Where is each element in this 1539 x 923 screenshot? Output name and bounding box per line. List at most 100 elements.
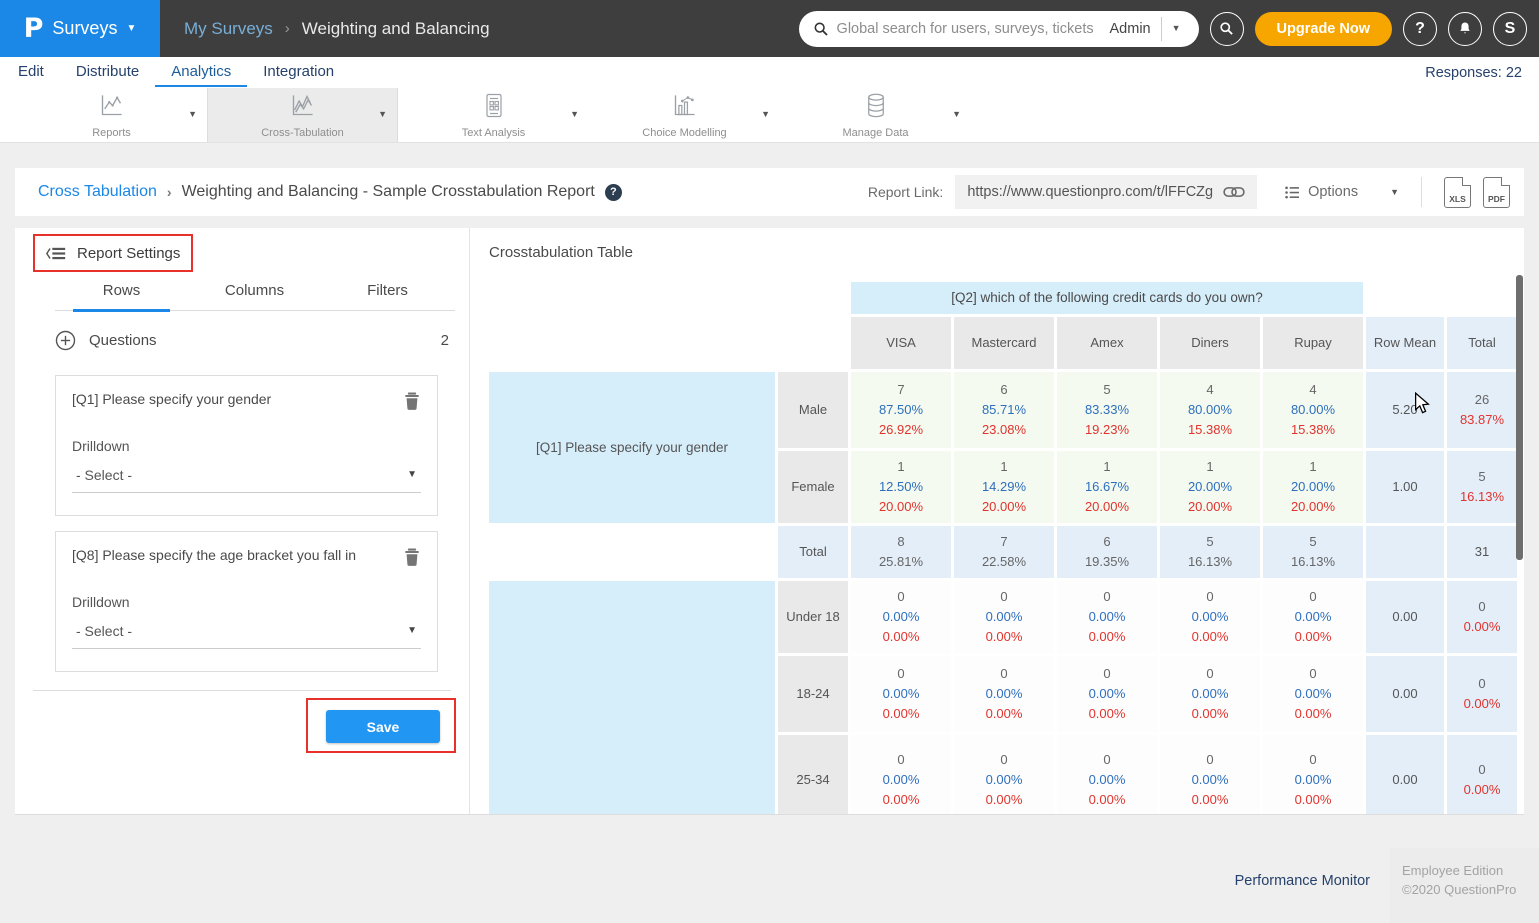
breadcrumb-current-survey: Weighting and Balancing <box>302 19 490 39</box>
chevron-down-icon[interactable]: ▼ <box>570 110 579 119</box>
collapse-panel-icon <box>45 246 67 261</box>
search-scope-dropdown[interactable]: ▼ <box>1162 24 1189 33</box>
main-content: Report Settings RowsColumnsFilters Quest… <box>15 228 1524 815</box>
nav-tab-integration[interactable]: Integration <box>247 58 350 87</box>
total-data-cell: 619.35% <box>1057 526 1157 578</box>
drilldown-select[interactable]: - Select -▼ <box>72 467 421 493</box>
drilldown-select[interactable]: - Select -▼ <box>72 623 421 649</box>
report-breadcrumb: Cross Tabulation › Weighting and Balanci… <box>38 183 868 201</box>
data-cell: 116.67%20.00% <box>1057 451 1157 523</box>
drilldown-label: Drilldown <box>72 594 421 610</box>
xls-icon: XLS <box>1445 194 1470 204</box>
link-icon[interactable] <box>1223 185 1245 199</box>
crosstab-panel: Crosstabulation Table [Q2] which of the … <box>471 228 1524 814</box>
breadcrumb-my-surveys[interactable]: My Surveys <box>184 19 273 39</box>
divider <box>33 690 451 691</box>
total-row-label: Total <box>778 526 848 578</box>
delete-question-button[interactable] <box>403 391 421 416</box>
vertical-scrollbar[interactable] <box>1516 275 1523 560</box>
responses-count: Responses: 22 <box>1425 65 1522 81</box>
help-button[interactable]: ? <box>1403 12 1437 46</box>
toolbar-item-choice-modelling[interactable]: Choice Modelling ▼ <box>589 88 780 142</box>
settings-tab-columns[interactable]: Columns <box>188 282 321 310</box>
toolbar-item-manage-data[interactable]: Manage Data▼ <box>780 88 971 142</box>
toolbar-item-reports[interactable]: Reports▼ <box>16 88 207 142</box>
drilldown-select-value: - Select - <box>76 623 407 639</box>
cross-tab-chart-icon <box>289 92 316 124</box>
search-icon <box>1219 21 1234 36</box>
report-link-field[interactable]: https://www.questionpro.com/t/lFFCZg <box>955 175 1257 209</box>
page-footer: Performance Monitor Employee Edition ©20… <box>0 815 1539 923</box>
nav-tab-distribute[interactable]: Distribute <box>60 58 155 87</box>
data-cell: 00.00%0.00% <box>954 581 1054 653</box>
export-xls-button[interactable]: XLS <box>1444 177 1471 208</box>
total-header: Total <box>1447 317 1517 369</box>
save-highlight-box: Save <box>306 698 456 753</box>
data-cell: 00.00%0.00% <box>1057 656 1157 732</box>
user-avatar[interactable]: S <box>1493 12 1527 46</box>
export-pdf-button[interactable]: PDF <box>1483 177 1510 208</box>
data-cell: 00.00%0.00% <box>1057 735 1157 814</box>
report-actions: Report Link: https://www.questionpro.com… <box>868 175 1510 209</box>
report-help-icon[interactable]: ? <box>605 184 622 201</box>
row-label-under-18: Under 18 <box>778 581 848 653</box>
upgrade-now-button[interactable]: Upgrade Now <box>1255 12 1392 46</box>
analytics-toolbar: Reports▼Cross-Tabulation▼Text Analysis▼C… <box>0 88 1539 143</box>
report-settings-toggle[interactable]: Report Settings <box>33 234 193 272</box>
data-cell: 00.00%0.00% <box>1263 735 1363 814</box>
questionpro-logo-icon: P <box>24 13 44 44</box>
text-document-icon <box>482 92 506 124</box>
pdf-icon: PDF <box>1484 194 1509 204</box>
data-cell: 120.00%20.00% <box>1263 451 1363 523</box>
report-settings-label: Report Settings <box>77 245 180 262</box>
data-cell: 685.71%23.08% <box>954 372 1054 448</box>
surveys-product-menu[interactable]: P Surveys ▼ <box>0 0 160 57</box>
toolbar-item-cross-tabulation[interactable]: Cross-Tabulation ▼ <box>207 88 398 142</box>
global-search: Admin ▼ <box>799 11 1199 47</box>
options-dropdown[interactable]: Options ▼ <box>1285 184 1399 200</box>
add-question-icon[interactable] <box>55 330 76 351</box>
chevron-down-icon[interactable]: ▼ <box>378 110 387 119</box>
row-question-label: [Q1] Please specify your gender <box>489 372 775 523</box>
product-menu-label: Surveys <box>52 18 117 39</box>
question-title: [Q8] Please specify the age bracket you … <box>72 547 403 563</box>
row-label-25-34: 25-34 <box>778 735 848 814</box>
save-button[interactable]: Save <box>326 710 440 743</box>
question-card-2: [Q8] Please specify the age bracket you … <box>55 531 438 672</box>
notifications-button[interactable] <box>1448 12 1482 46</box>
chevron-down-icon[interactable]: ▼ <box>761 110 770 119</box>
chevron-down-icon[interactable]: ▼ <box>188 110 197 119</box>
drilldown-select-value: - Select - <box>76 467 407 483</box>
edition-box: Employee Edition ©2020 QuestionPro <box>1390 848 1539 923</box>
toolbar-item-text-analysis[interactable]: Text Analysis▼ <box>398 88 589 142</box>
question-card-header: [Q8] Please specify the age bracket you … <box>72 547 421 572</box>
data-cell: 120.00%20.00% <box>1160 451 1260 523</box>
nav-tab-analytics[interactable]: Analytics <box>155 58 247 87</box>
settings-tab-filters[interactable]: Filters <box>321 282 454 310</box>
data-cell: 114.29%20.00% <box>954 451 1054 523</box>
questions-label: Questions <box>89 332 157 349</box>
total-row-mean-cell <box>1366 526 1444 578</box>
toolbar-item-label: Choice Modelling <box>642 127 726 139</box>
data-cell: 00.00%0.00% <box>1057 581 1157 653</box>
total-data-cell: 722.58% <box>954 526 1054 578</box>
column-header-amex: Amex <box>1057 317 1157 369</box>
header-actions: Admin ▼ Upgrade Now ? S <box>799 0 1527 57</box>
nav-tab-edit[interactable]: Edit <box>2 58 60 87</box>
crosstab-title: Crosstabulation Table <box>489 244 633 261</box>
performance-monitor-link[interactable]: Performance Monitor <box>1235 873 1370 889</box>
row-total-cell: 00.00% <box>1447 656 1517 732</box>
choice-chart-icon <box>671 92 698 124</box>
report-link-url: https://www.questionpro.com/t/lFFCZg <box>967 184 1213 200</box>
row-mean-cell: 1.00 <box>1366 451 1444 523</box>
delete-question-button[interactable] <box>403 547 421 572</box>
total-data-cell: 516.13% <box>1263 526 1363 578</box>
cross-tabulation-link[interactable]: Cross Tabulation <box>38 183 157 201</box>
toolbar-item-label: Cross-Tabulation <box>261 127 344 139</box>
chevron-down-icon[interactable]: ▼ <box>952 110 961 119</box>
search-input[interactable] <box>837 21 1100 37</box>
settings-tab-rows[interactable]: Rows <box>55 282 188 310</box>
search-submit-button[interactable] <box>1210 12 1244 46</box>
data-cell: 480.00%15.38% <box>1160 372 1260 448</box>
page: P Surveys ▼ My Surveys › Weighting and B… <box>0 0 1539 923</box>
